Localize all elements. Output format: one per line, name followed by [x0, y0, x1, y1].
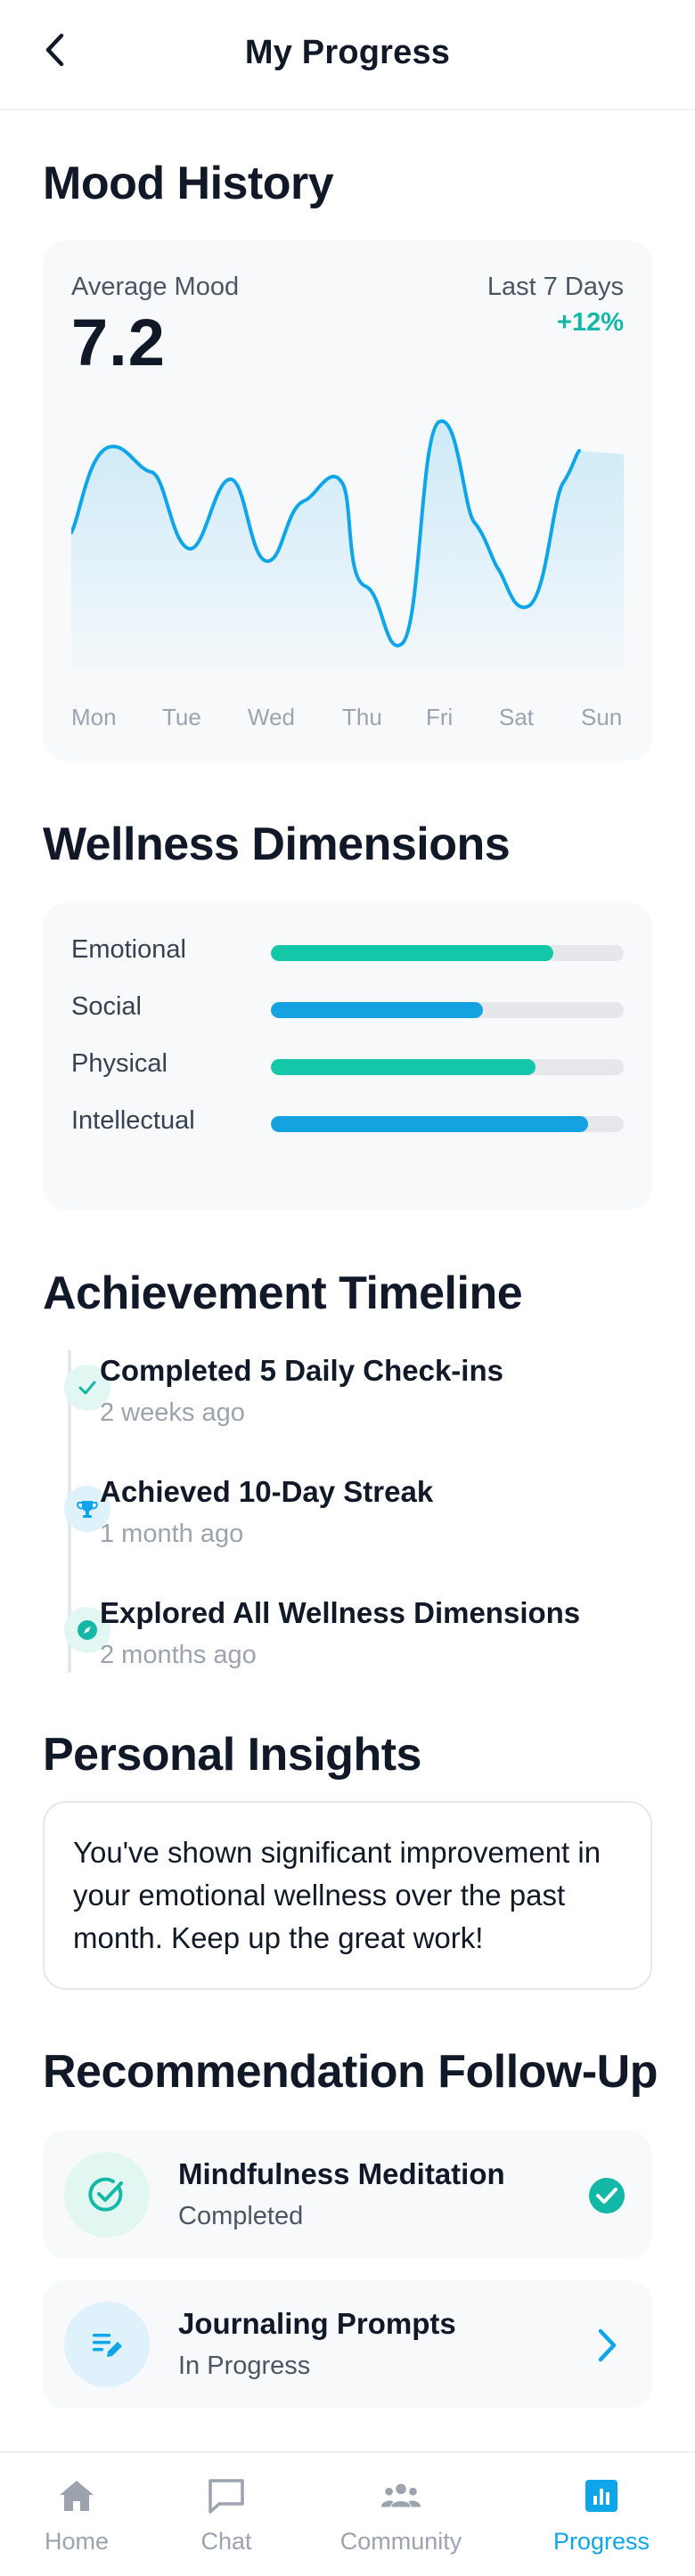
wellness-label: Emotional: [71, 935, 186, 964]
wellness-track: [271, 1059, 624, 1075]
wellness-label: Intellectual: [71, 1106, 195, 1135]
timeline-item-time: 1 month ago: [100, 1520, 244, 1548]
timeline-item[interactable]: Achieved 10-Day Streak 1 month ago: [64, 1475, 652, 1573]
bar-chart-icon: [580, 2474, 623, 2517]
insight-text: You've shown significant improvement in …: [73, 1836, 601, 1954]
edit-list-icon: [64, 2302, 150, 2387]
check-badge-icon: [586, 2175, 627, 2216]
wellness-label: Social: [71, 992, 142, 1021]
wellness-fill: [271, 1059, 536, 1075]
mood-card: Average Mood 7.2 Last 7 Days +12% Mon Tu…: [43, 240, 652, 761]
average-mood-label: Average Mood: [71, 273, 240, 301]
day-label: Thu: [342, 704, 382, 730]
mood-history-title: Mood History: [43, 158, 334, 209]
recommendation-card[interactable]: Journaling Prompts In Progress: [43, 2280, 652, 2409]
chat-icon: [205, 2474, 248, 2517]
recommendation-card[interactable]: Mindfulness Meditation Completed: [43, 2131, 652, 2259]
recommendations-title: Recommendation Follow-Up: [43, 2046, 658, 2098]
community-icon: [380, 2474, 422, 2517]
day-label: Wed: [248, 704, 295, 730]
nav-label: Home: [44, 2528, 110, 2555]
timeline-item[interactable]: Explored All Wellness Dimensions 2 month…: [64, 1596, 652, 1694]
insights-title: Personal Insights: [43, 1729, 421, 1781]
timeline-item-time: 2 months ago: [100, 1641, 257, 1669]
range-label: Last 7 Days: [487, 273, 624, 301]
wellness-fill: [271, 945, 553, 961]
bottom-nav: Home Chat Community Progress: [0, 2451, 695, 2576]
recommendation-status: In Progress: [178, 2352, 311, 2380]
header: My Progress: [0, 0, 695, 110]
timeline-item-title: Completed 5 Daily Check-ins: [100, 1354, 503, 1387]
day-label: Tue: [162, 704, 201, 730]
nav-chat[interactable]: Chat: [182, 2453, 271, 2576]
timeline-item-title: Achieved 10-Day Streak: [100, 1475, 434, 1508]
chevron-right-icon[interactable]: [586, 2325, 627, 2366]
check-circle-icon: [64, 2152, 150, 2238]
wellness-card: Emotional Social Physical Intellectual: [43, 903, 652, 1210]
wellness-track: [271, 1002, 624, 1018]
wellness-title: Wellness Dimensions: [43, 819, 511, 870]
day-label: Sun: [581, 704, 623, 730]
nav-progress[interactable]: Progress: [544, 2453, 659, 2576]
day-label: Sat: [499, 704, 535, 730]
timeline-item-time: 2 weeks ago: [100, 1398, 245, 1427]
insight-card: You've shown significant improvement in …: [43, 1801, 652, 1990]
recommendation-title: Mindfulness Meditation: [178, 2157, 505, 2190]
day-label: Fri: [426, 704, 454, 730]
mood-change: +12%: [557, 308, 624, 337]
nav-label: Progress: [552, 2528, 650, 2555]
wellness-row: Social: [71, 992, 624, 1028]
home-icon: [55, 2474, 98, 2517]
timeline-item-title: Explored All Wellness Dimensions: [100, 1596, 581, 1629]
nav-community[interactable]: Community: [330, 2453, 472, 2576]
nav-label: Community: [339, 2528, 462, 2555]
timeline-title: Achievement Timeline: [43, 1268, 523, 1319]
nav-home[interactable]: Home: [32, 2453, 121, 2576]
wellness-fill: [271, 1002, 483, 1018]
wellness-row: Emotional: [71, 935, 624, 971]
timeline-item[interactable]: Completed 5 Daily Check-ins 2 weeks ago: [64, 1354, 652, 1452]
average-mood-value: 7.2: [71, 306, 166, 379]
wellness-track: [271, 1116, 624, 1132]
recommendation-title: Journaling Prompts: [178, 2307, 456, 2340]
wellness-fill: [271, 1116, 589, 1132]
wellness-label: Physical: [71, 1049, 168, 1078]
recommendation-status: Completed: [178, 2202, 304, 2230]
page-title: My Progress: [244, 34, 451, 71]
mood-area: [71, 420, 624, 668]
wellness-row: Intellectual: [71, 1106, 624, 1142]
wellness-row: Physical: [71, 1049, 624, 1085]
nav-label: Chat: [200, 2528, 252, 2555]
wellness-track: [271, 945, 624, 961]
day-label: Mon: [71, 704, 117, 730]
mood-line-chart: [71, 419, 624, 668]
